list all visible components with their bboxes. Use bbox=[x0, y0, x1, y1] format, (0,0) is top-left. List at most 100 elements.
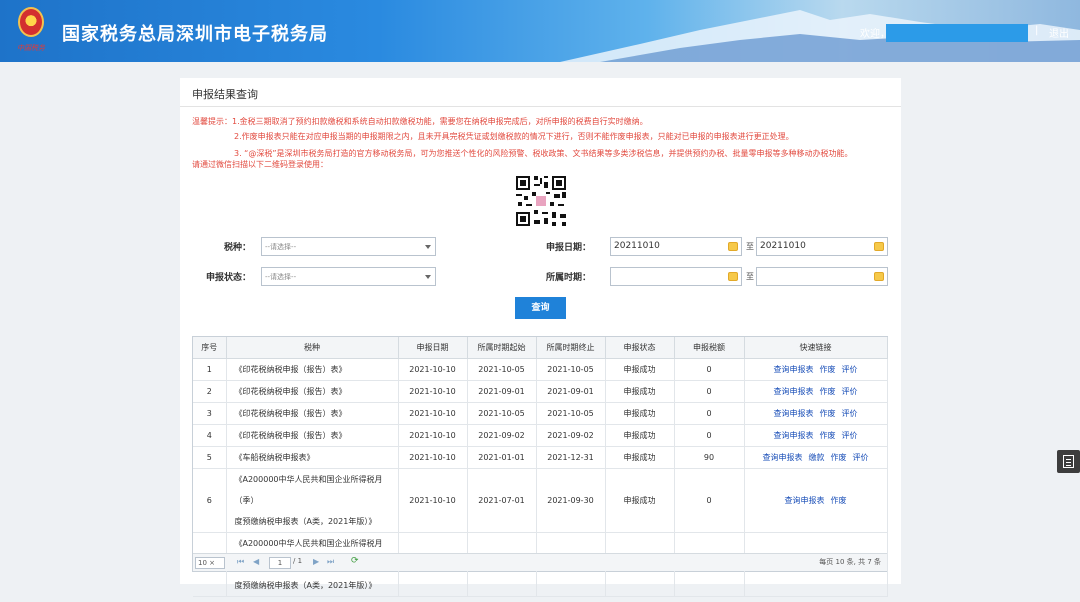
status-label: 申报状态： bbox=[206, 273, 252, 283]
period-start-cell: 2021-07-01 bbox=[467, 468, 537, 533]
quick-link[interactable]: 作废 bbox=[831, 453, 847, 462]
row-number: 2 bbox=[193, 380, 227, 403]
period-from-input[interactable] bbox=[610, 267, 742, 286]
quick-link[interactable]: 作废 bbox=[820, 409, 836, 418]
date-from-input[interactable]: 20211010 bbox=[610, 237, 742, 256]
quick-link[interactable]: 作废 bbox=[820, 387, 836, 396]
refresh-icon[interactable]: ⟳ bbox=[351, 556, 359, 566]
declare-date-cell: 2021-10-10 bbox=[398, 402, 468, 425]
period-to-input[interactable] bbox=[756, 267, 888, 286]
date-to-input[interactable]: 20211010 bbox=[756, 237, 888, 256]
status-cell: 申报成功 bbox=[605, 380, 675, 403]
period-end-cell: 2021-10-05 bbox=[536, 402, 606, 425]
document-icon[interactable] bbox=[1057, 450, 1080, 473]
prev-page-icon[interactable]: ◀ bbox=[253, 557, 259, 566]
table-header-row: 序号 税种 申报日期 所属时期起始 所属时期终止 申报状态 申报税额 快速链接 bbox=[193, 337, 888, 359]
caret-down-icon bbox=[425, 245, 431, 249]
quick-link[interactable]: 查询申报表 bbox=[774, 431, 814, 440]
quick-link[interactable]: 评价 bbox=[842, 387, 858, 396]
quick-link[interactable]: 作废 bbox=[820, 431, 836, 440]
calendar-icon[interactable] bbox=[874, 242, 884, 251]
row-number: 4 bbox=[193, 424, 227, 447]
period-end-cell: 2021-09-30 bbox=[536, 468, 606, 533]
tax-name-line-2: 度预缴纳税申报表（A类，2021年版）》 bbox=[234, 516, 377, 526]
caret-down-icon bbox=[425, 275, 431, 279]
period-to-label: 至 bbox=[746, 272, 754, 281]
period-start-cell: 2021-09-01 bbox=[467, 380, 537, 403]
quick-link[interactable]: 查询申报表 bbox=[763, 453, 803, 462]
document-page-shape bbox=[1063, 455, 1074, 468]
col-header: 申报税额 bbox=[674, 337, 745, 359]
tax-type-select[interactable]: --请选择-- bbox=[261, 237, 436, 256]
quick-links-cell: 查询申报表 缴款 作废 评价 bbox=[744, 446, 888, 469]
page-number-input[interactable]: 1 bbox=[269, 557, 291, 569]
period-label: 所属时期： bbox=[546, 273, 592, 283]
calendar-icon[interactable] bbox=[874, 272, 884, 281]
period-start-cell: 2021-01-01 bbox=[467, 446, 537, 469]
next-page-icon[interactable]: ▶ bbox=[313, 557, 319, 566]
quick-link[interactable]: 查询申报表 bbox=[785, 496, 825, 505]
table-row: 3 《印花税纳税申报（报告）表》 2021-10-10 2021-10-05 2021-… bbox=[193, 402, 888, 425]
tax-name-cell: 《印花税纳税申报（报告）表》 bbox=[226, 358, 399, 381]
pagination-bar: 10 × ⏮ ◀ 1 / 1 ▶ ⏭ ⟳ 每页 10 条, 共 7 条 bbox=[193, 553, 887, 571]
period-end-cell: 2021-12-31 bbox=[536, 446, 606, 469]
table-row: 5 《车船税纳税申报表》 2021-10-10 2021-01-01 2021-12-3… bbox=[193, 446, 888, 469]
tax-name-cell: 《印花税纳税申报（报告）表》 bbox=[226, 380, 399, 403]
quick-link[interactable]: 查询申报表 bbox=[774, 365, 814, 374]
status-select[interactable]: --请选择-- bbox=[261, 267, 436, 286]
col-header: 快速链接 bbox=[744, 337, 888, 359]
total-pages: / 1 bbox=[293, 557, 303, 565]
header-separator: | bbox=[1035, 25, 1039, 36]
quick-link[interactable]: 缴款 bbox=[809, 453, 825, 462]
tax-name-line-1: 《A200000中华人民共和国企业所得税月（季） bbox=[234, 474, 383, 505]
qr-code-icon bbox=[514, 174, 568, 228]
amount-cell: 0 bbox=[674, 424, 745, 447]
table-row: 2 《印花税纳税申报（报告）表》 2021-10-10 2021-09-01 2021-… bbox=[193, 380, 888, 403]
quick-link[interactable]: 评价 bbox=[842, 409, 858, 418]
notice-line-1: 温馨提示：1.金税三期取消了预约扣款缴税和系统自动扣款缴税功能，需要您在纳税申报… bbox=[192, 117, 648, 126]
quick-link[interactable]: 评价 bbox=[842, 431, 858, 440]
query-button[interactable]: 查询 bbox=[515, 297, 566, 319]
tax-type-label: 税种： bbox=[224, 243, 252, 253]
col-header: 所属时期起始 bbox=[467, 337, 537, 359]
quick-link[interactable]: 查询申报表 bbox=[774, 387, 814, 396]
calendar-icon[interactable] bbox=[728, 242, 738, 251]
user-name-box bbox=[886, 24, 1028, 42]
declare-date-cell: 2021-10-10 bbox=[398, 446, 468, 469]
status-cell: 申报成功 bbox=[605, 402, 675, 425]
tax-name-cell: 《印花税纳税申报（报告）表》 bbox=[226, 402, 399, 425]
date-label: 申报日期： bbox=[546, 243, 592, 253]
quick-link[interactable]: 作废 bbox=[820, 365, 836, 374]
row-number: 5 bbox=[193, 446, 227, 469]
results-grid: 序号 税种 申报日期 所属时期起始 所属时期终止 申报状态 申报税额 快速链接 … bbox=[192, 336, 888, 597]
first-page-icon[interactable]: ⏮ bbox=[237, 557, 244, 567]
date-to-label: 至 bbox=[746, 242, 754, 251]
amount-cell: 0 bbox=[674, 468, 745, 533]
quick-link[interactable]: 评价 bbox=[853, 453, 869, 462]
calendar-icon[interactable] bbox=[728, 272, 738, 281]
last-page-icon[interactable]: ⏭ bbox=[327, 557, 334, 567]
logout-link[interactable]: 退出 bbox=[1049, 25, 1069, 40]
period-start-cell: 2021-10-05 bbox=[467, 358, 537, 381]
tax-name-cell: 《A200000中华人民共和国企业所得税月（季） 度预缴纳税申报表（A类，2021… bbox=[226, 468, 399, 533]
quick-link[interactable]: 作废 bbox=[831, 496, 847, 505]
row-number: 1 bbox=[193, 358, 227, 381]
amount-cell: 90 bbox=[674, 446, 745, 469]
tax-emblem-logo: 中国税务 bbox=[12, 7, 50, 53]
period-end-cell: 2021-09-01 bbox=[536, 380, 606, 403]
notice-line-3: 3. “@深税”是深圳市税务局打造的官方移动税务局，可为您推送个性化的风险预警、… bbox=[234, 149, 853, 158]
quick-link[interactable]: 查询申报表 bbox=[774, 409, 814, 418]
page-size-select[interactable]: 10 × bbox=[195, 557, 225, 569]
quick-links-cell: 查询申报表 作废 评价 bbox=[744, 424, 888, 447]
header-banner: 中国税务 国家税务总局深圳市电子税务局 欢迎， | 退出 bbox=[0, 0, 1080, 62]
amount-cell: 0 bbox=[674, 358, 745, 381]
quick-link[interactable]: 评价 bbox=[842, 365, 858, 374]
tax-name-cell: 《车船税纳税申报表》 bbox=[226, 446, 399, 469]
status-cell: 申报成功 bbox=[605, 424, 675, 447]
emblem-icon bbox=[18, 7, 44, 37]
tax-name-cell: 《印花税纳税申报（报告）表》 bbox=[226, 424, 399, 447]
col-header: 税种 bbox=[226, 337, 399, 359]
quick-links-cell: 查询申报表 作废 评价 bbox=[744, 380, 888, 403]
col-header: 申报状态 bbox=[605, 337, 675, 359]
status-cell: 申报成功 bbox=[605, 468, 675, 533]
